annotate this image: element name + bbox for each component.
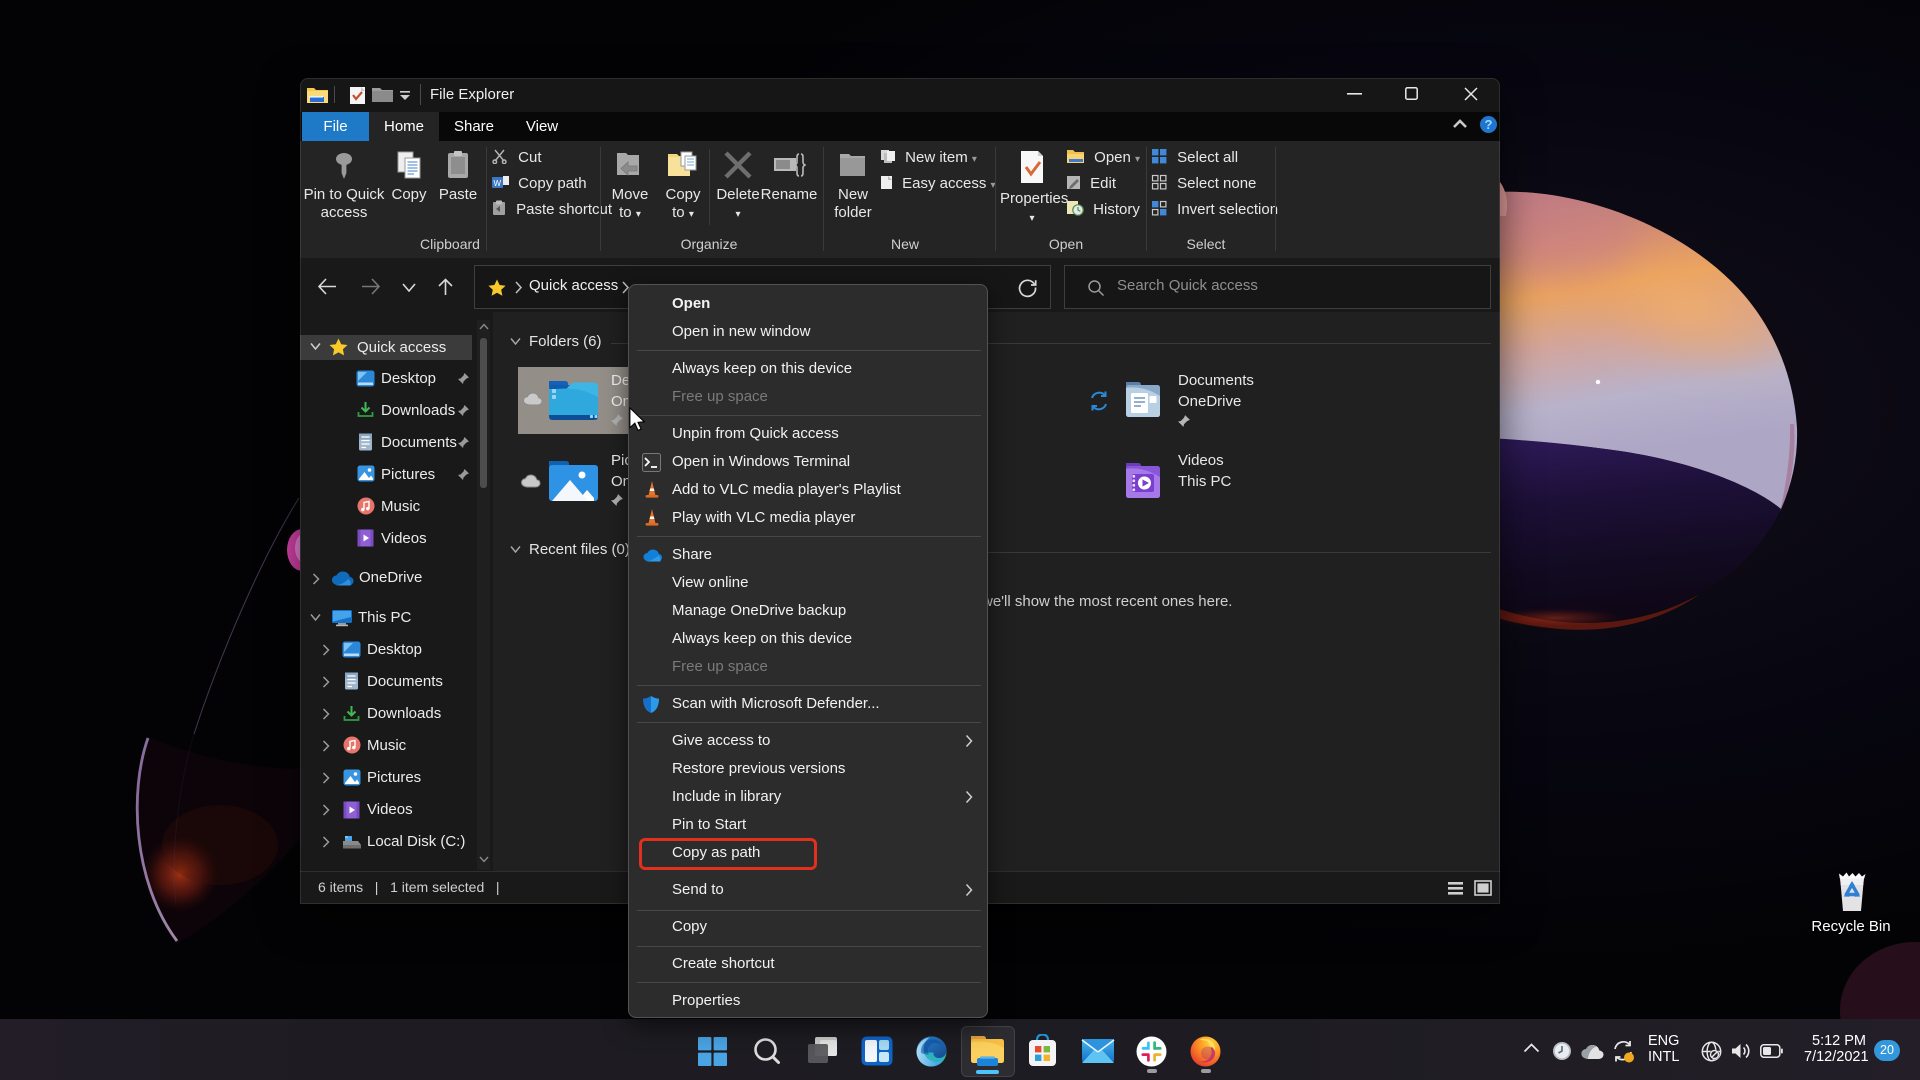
svg-text:W: W [494,179,502,188]
